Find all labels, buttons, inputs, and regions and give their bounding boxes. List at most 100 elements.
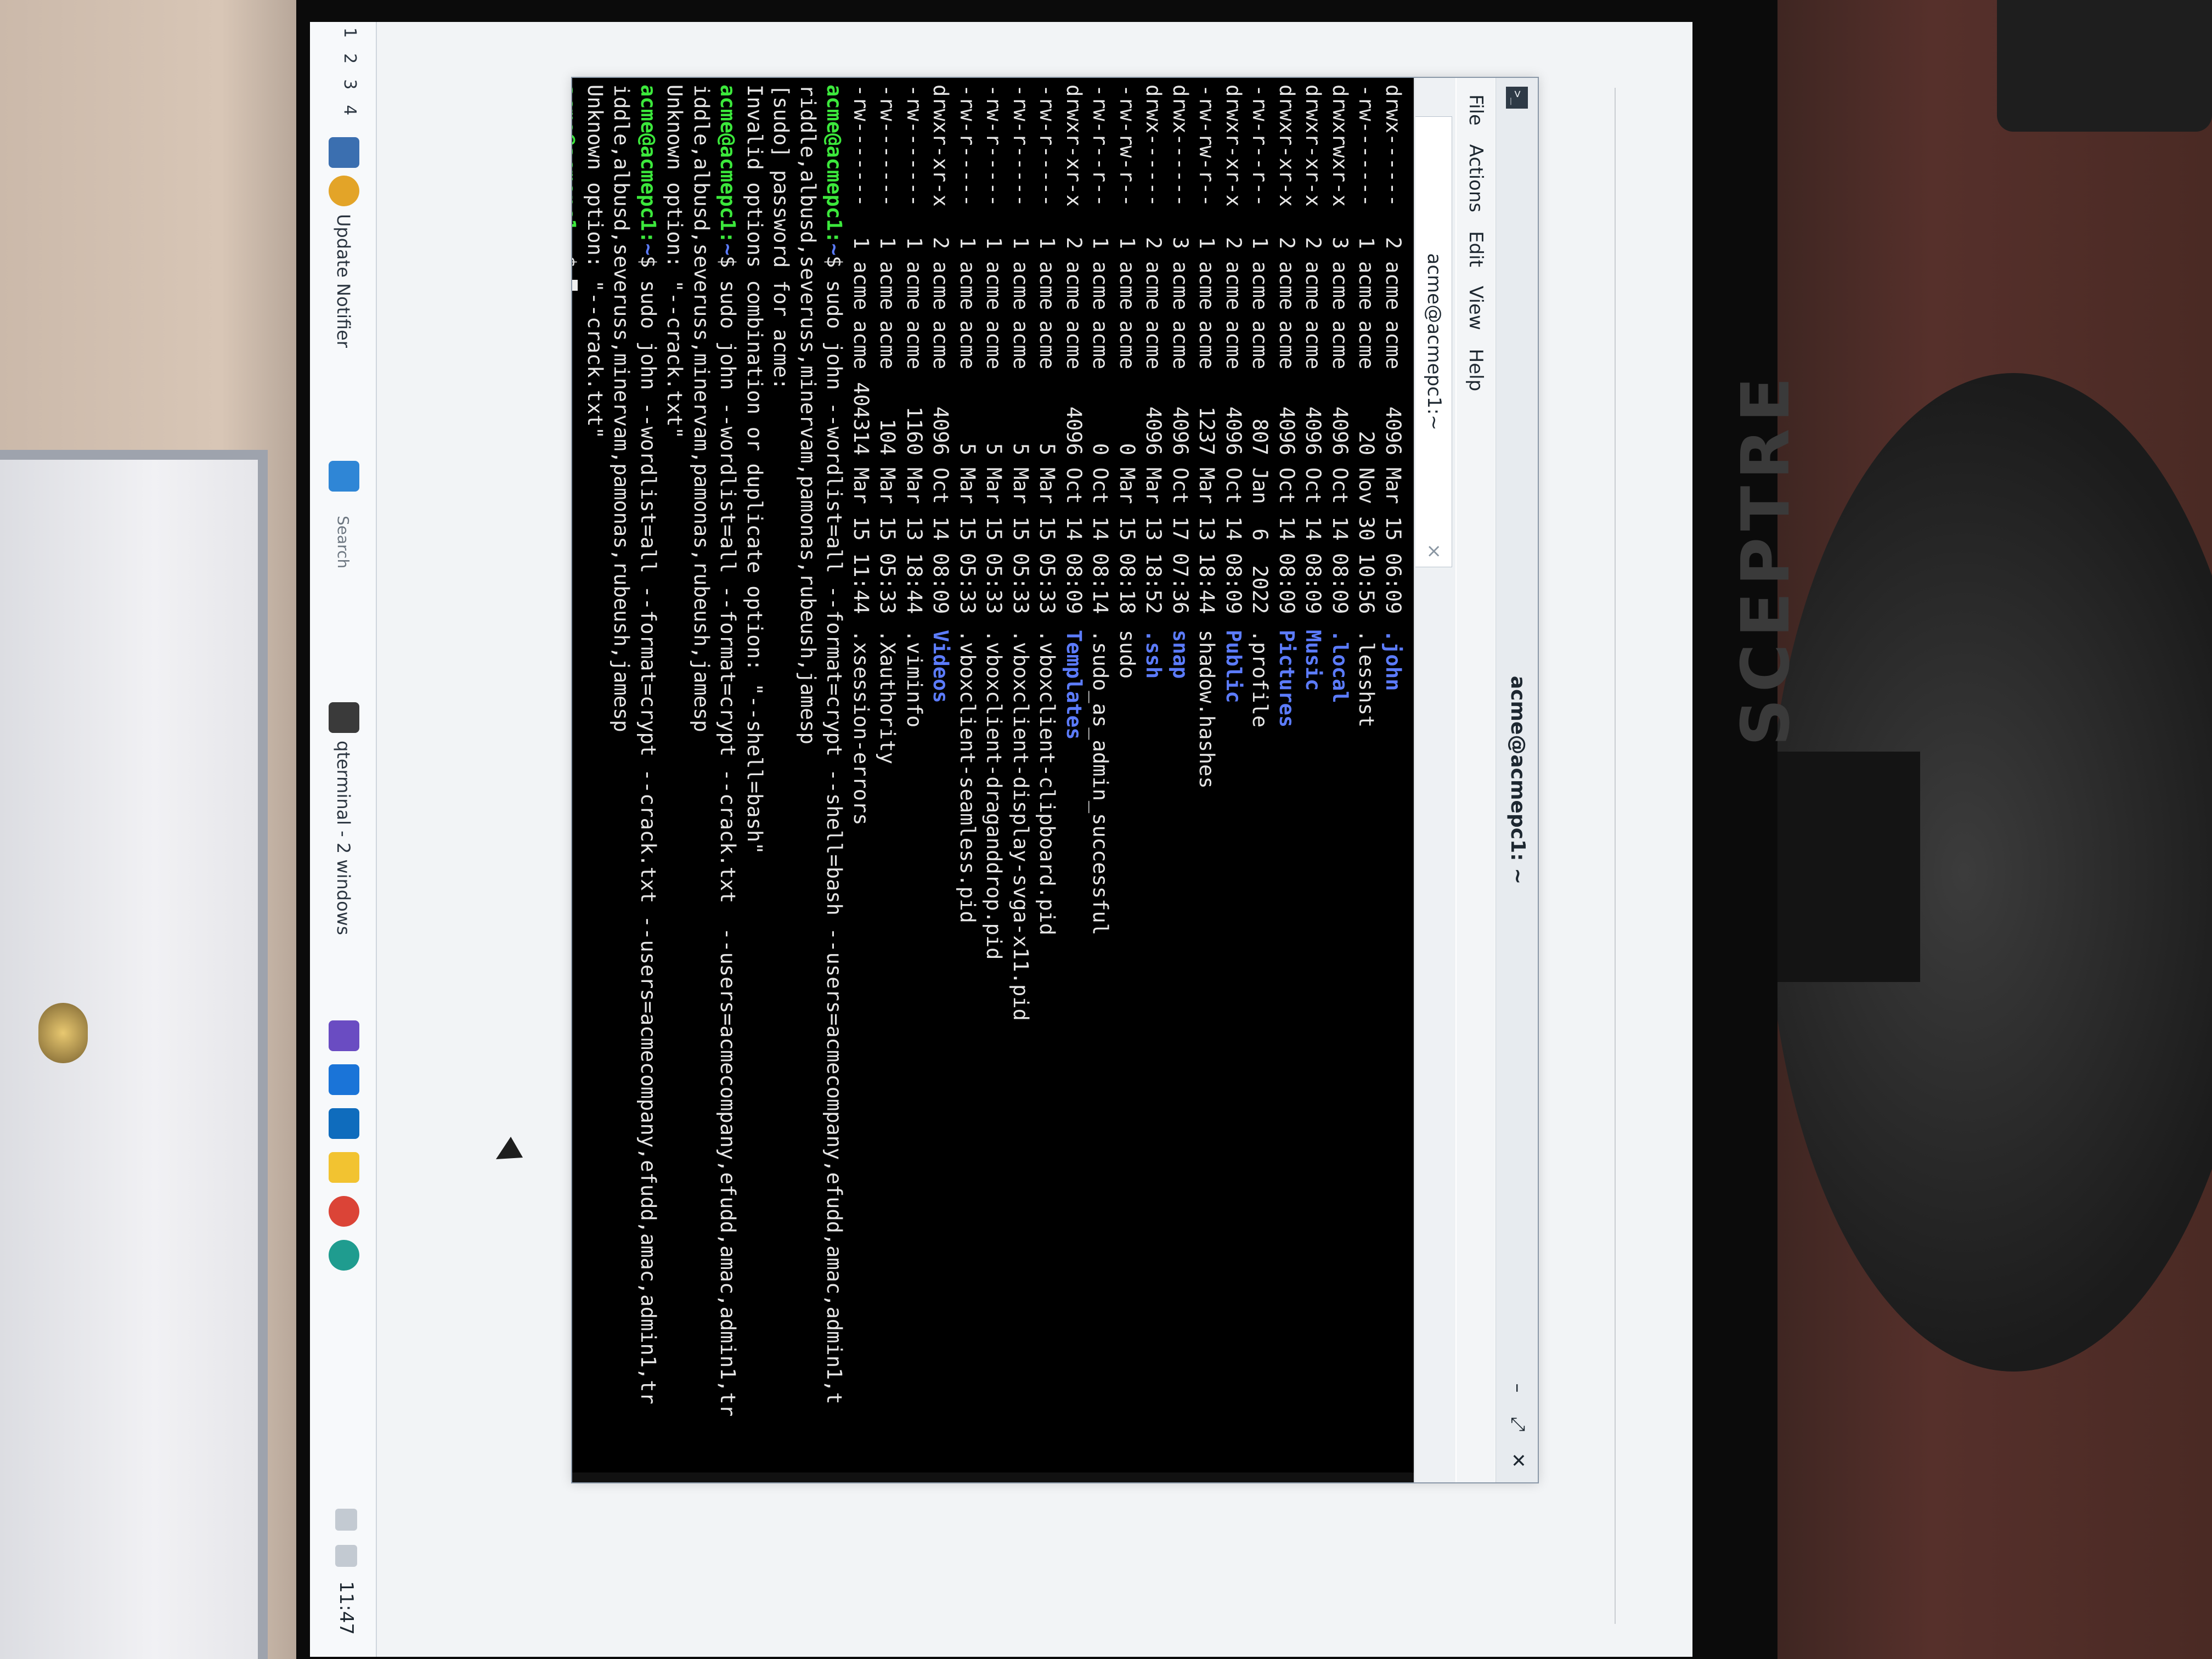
desktop-3[interactable]: 3 [340,79,359,89]
app-icon-store[interactable] [329,1108,359,1139]
menu-file[interactable]: File [1465,94,1487,126]
network-icon[interactable] [335,1509,357,1531]
prompt-user: acme@acmepc1 [716,84,740,232]
listing-owner: acme [1328,261,1352,311]
listing-links: 2 [1142,236,1166,249]
menu-edit[interactable]: Edit [1465,231,1487,267]
volume-icon[interactable] [335,1545,357,1567]
listing-row: -rw------- 1 acme acme 104 Mar 15 05:33 .Xauth… [874,84,901,1477]
whiteboard-magnet [38,1003,88,1063]
terminal-output-line: iddle,albusd,severuss,minervam,pamonas,r… [690,84,713,732]
whiteboard [0,450,268,1659]
window-titlebar[interactable]: >_ acme@acmepc1: ~ – ⤢ ✕ [1496,78,1538,1482]
window-title: acme@acmepc1: ~ [1506,675,1529,885]
listing-size: 20 [1355,431,1379,455]
desktop-1[interactable]: 1 [340,27,359,38]
prompt-path: ~ [716,243,740,256]
maximize-button[interactable]: ⤢ [1506,1412,1530,1436]
minimize-button[interactable]: – [1506,1376,1530,1400]
listing-perm: -rw-r--r-- [1088,84,1113,207]
listing-group: acme [1009,320,1032,370]
listing-size: 404314 [849,382,873,455]
qterminal-task-icon[interactable] [329,702,359,733]
terminal-window[interactable]: >_ acme@acmepc1: ~ – ⤢ ✕ File Actions Ed… [571,77,1539,1483]
show-desktop-icon[interactable] [329,137,359,168]
listing-size: 104 [876,419,900,455]
close-button[interactable]: ✕ [1506,1448,1530,1472]
desktop-4[interactable]: 4 [340,105,359,115]
listing-row: -rw-rw-r-- 1 acme acme 1237 Mar 13 18:44 shado… [1193,84,1220,1477]
listing-owner: acme [1035,261,1059,311]
listing-name: Pictures [1275,630,1299,728]
update-notifier-icon[interactable] [329,176,359,206]
listing-owner: acme [1062,261,1086,311]
listing-perm: drwxr-xr-x [1275,84,1299,207]
listing-owner: acme [876,261,900,311]
menu-view[interactable]: View [1465,286,1487,330]
menu-actions[interactable]: Actions [1465,144,1487,212]
listing-row: drwx------ 3 acme acme 4096 Oct 17 07:36 snap [1167,84,1194,1477]
listing-group: acme [902,320,926,370]
listing-date: Mar 15 05:33 [1009,467,1032,614]
listing-row: drwxr-xr-x 2 acme acme 4096 Oct 14 08:09 Publi… [1220,84,1247,1477]
listing-owner: acme [1275,261,1299,311]
listing-perm: drwxr-xr-x [1222,84,1245,207]
system-tray: 11:47 [335,1509,357,1635]
listing-name: .local [1328,630,1352,703]
listing-size: 1160 [902,406,926,455]
listing-name: shadow.hashes [1195,630,1219,789]
app-icon-teams[interactable] [329,1020,359,1051]
listing-perm: drwx------ [1169,84,1192,207]
update-notifier-label[interactable]: Update Notifier [333,214,354,348]
listing-row: drwxr-xr-x 2 acme acme 4096 Oct 14 08:09 Pictu… [1273,84,1300,1477]
listing-links: 1 [876,236,900,249]
listing-name: .vboxclient-clipboard.pid [1035,630,1059,935]
listing-date: Oct 14 08:09 [1328,467,1352,614]
listing-name: sudo [1115,630,1139,679]
tab-close-icon[interactable]: × [1423,544,1445,560]
listing-group: acme [1195,320,1219,370]
prompt-path: ~ [822,243,847,256]
listing-row: -rw-r--r-- 1 acme acme 0 Oct 14 08:14 .sudo_as… [1087,84,1114,1477]
listing-links: 2 [1222,236,1245,249]
prompt-dollar: $ [822,255,847,280]
listing-row: -rw------- 1 acme acme 20 Nov 30 10:56 .lesshs… [1353,84,1380,1477]
taskbar-clock[interactable]: 11:47 [335,1581,357,1635]
terminal-scrollbar[interactable] [572,1472,1414,1482]
terminal-output[interactable]: drwx------2acmeacme4096Mar 15 06:09.john… [572,78,1414,1482]
chrome-icon[interactable] [329,1196,359,1227]
listing-size: 4096 [1142,406,1166,455]
listing-owner: acme [1115,261,1139,311]
listing-size: 4096 [1328,406,1352,455]
listing-links: 1 [956,236,979,249]
file-explorer-icon[interactable] [329,1152,359,1183]
listing-date: Mar 15 05:33 [982,467,1006,614]
listing-date: Mar 15 06:09 [1381,467,1405,614]
listing-date: Mar 15 05:33 [876,467,900,614]
search-box[interactable]: Search [326,516,359,680]
listing-name: Public [1222,630,1245,703]
prompt-dollar: $ [572,256,580,280]
listing-owner: acme [982,261,1006,311]
qterminal-task-label[interactable]: qterminal - 2 windows [333,741,354,935]
tab-terminal[interactable]: acme@acmepc1:~ × [1415,116,1452,567]
edge-icon[interactable] [329,1240,359,1271]
prompt-line: acme@acmepc1:~$ [572,84,582,1477]
listing-row: -rw------- 1 acme acme 404314 Mar 15 11:44 .xs… [848,84,874,1477]
listing-group: acme [1275,320,1299,370]
listing-name: Music [1301,630,1325,691]
listing-size: 5 [982,443,1006,455]
monitor-stand-neck [1756,752,1920,982]
photo-scene: SCEPTRE >_ acme@acmepc1: ~ – ⤢ ✕ File Ac… [0,0,2212,1659]
listing-links: 1 [902,236,926,249]
menu-help[interactable]: Help [1465,349,1487,392]
listing-perm: -rw-r----- [982,84,1006,207]
command-text: sudo john --wordlist=all --format=crypt … [716,280,740,1417]
listing-size: 4096 [1381,406,1405,455]
listing-group: acme [1169,320,1192,370]
desktop-2[interactable]: 2 [340,53,359,64]
listing-perm: -rw-r----- [1035,84,1059,207]
windows-start-icon[interactable] [329,461,359,492]
app-icon-mail[interactable] [329,1064,359,1095]
listing-owner: acme [1248,261,1272,311]
